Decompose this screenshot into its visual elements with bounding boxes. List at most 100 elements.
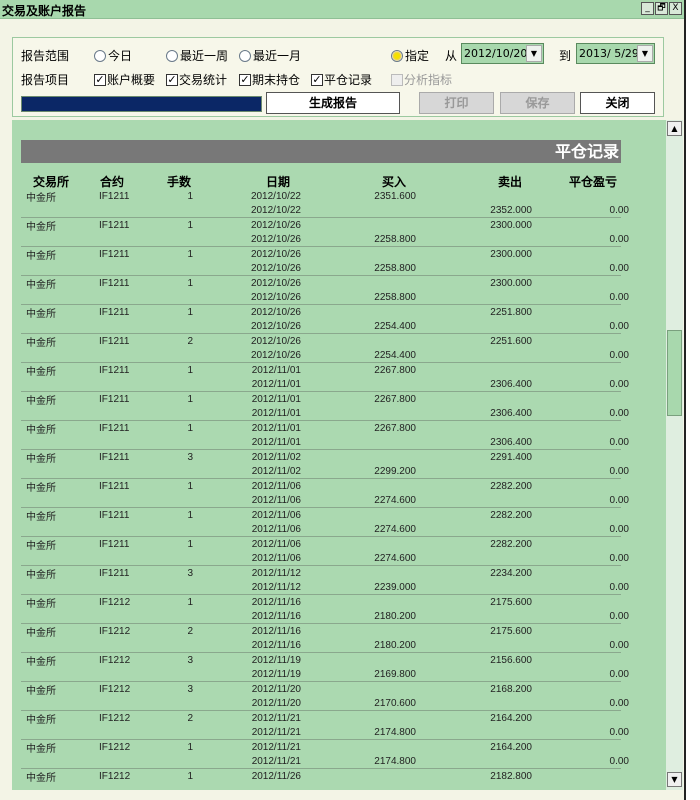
radio-last-month[interactable]: 最近一月	[239, 47, 301, 64]
exchange-cell: 中金所	[26, 396, 56, 407]
sell-cell: 2282.200	[490, 510, 532, 521]
date-cell: 2012/11/01	[251, 408, 301, 419]
checkbox-label: 账户概要	[107, 73, 156, 87]
date-cell: 2012/10/26	[250, 263, 301, 274]
radio-custom[interactable]: 指定	[391, 47, 429, 64]
items-label: 报告项目	[21, 73, 70, 87]
sell-cell: 2234.200	[490, 568, 532, 579]
to-label: 到	[559, 49, 572, 63]
header-exchange: 交易所	[33, 175, 70, 189]
generate-report-button[interactable]: 生成报告	[266, 92, 400, 114]
checkbox-end-positions[interactable]: ✓ 期末持仓	[239, 71, 300, 88]
pnl-cell: 0.00	[609, 234, 629, 245]
lots-cell: 1	[187, 423, 193, 434]
sell-cell: 2156.600	[490, 655, 532, 666]
radio-last-week[interactable]: 最近一周	[166, 47, 228, 64]
date-cell: 2012/10/26	[250, 234, 301, 245]
pnl-cell: 0.00	[609, 466, 629, 477]
scroll-up-icon[interactable]: ▲	[667, 121, 682, 136]
close-window-button[interactable]: X	[669, 2, 682, 15]
date-cell: 2012/11/06	[251, 510, 301, 521]
radio-label: 最近一周	[180, 49, 229, 63]
contract-cell: IF1211	[99, 510, 130, 521]
sell-cell: 2306.400	[490, 437, 532, 448]
record-row: 中金所 IF1211 1 2012/10/26 2300.000 2012/10/26 22…	[21, 276, 629, 305]
lots-cell: 1	[187, 191, 193, 202]
exchange-cell: 中金所	[26, 657, 56, 668]
radio-today[interactable]: 今日	[94, 47, 132, 64]
date-cell: 2012/10/26	[250, 307, 301, 318]
sell-cell: 2291.400	[490, 452, 532, 463]
date-cell: 2012/11/06	[251, 539, 301, 550]
date-cell: 2012/11/06	[251, 553, 301, 564]
lots-cell: 2	[187, 626, 193, 637]
checkmark-icon: ✓	[239, 72, 251, 86]
save-button: 保存	[500, 92, 575, 114]
pnl-cell: 0.00	[609, 553, 629, 564]
record-row: 中金所 IF1212 2 2012/11/21 2164.200 2012/11/21 21…	[21, 711, 629, 740]
sell-cell: 2251.800	[490, 307, 532, 318]
buy-cell: 2351.600	[374, 191, 416, 202]
sell-cell: 2251.600	[490, 336, 532, 347]
from-date-picker[interactable]: 2012/10/20 ▼	[461, 43, 544, 64]
radio-label: 今日	[108, 49, 133, 63]
date-cell: 2012/11/20	[251, 698, 301, 709]
scroll-thumb[interactable]	[667, 330, 682, 416]
vertical-scrollbar[interactable]: ▲ ▼	[666, 120, 683, 790]
exchange-cell: 中金所	[26, 483, 56, 494]
date-cell: 2012/11/21	[251, 756, 301, 767]
pnl-cell: 0.00	[609, 205, 629, 216]
exchange-cell: 中金所	[26, 367, 56, 378]
exchange-cell: 中金所	[26, 425, 56, 436]
dropdown-arrow-icon[interactable]: ▼	[637, 45, 653, 62]
title-bar: 交易及账户报告 _ 🗗 X	[0, 0, 684, 19]
buy-cell: 2169.800	[374, 669, 416, 680]
checkbox-account-summary[interactable]: ✓ 账户概要	[94, 71, 155, 88]
buy-cell: 2170.600	[374, 698, 416, 709]
record-row: 中金所 IF1212 2 2012/11/16 2175.600 2012/11/16 21…	[21, 624, 629, 653]
dropdown-arrow-icon[interactable]: ▼	[526, 45, 542, 62]
contract-cell: IF1211	[99, 220, 130, 231]
date-cell: 2012/11/21	[251, 727, 301, 738]
contract-cell: IF1211	[99, 481, 130, 492]
to-date-picker[interactable]: 2013/ 5/29 ▼	[576, 43, 655, 64]
radio-circle-icon	[239, 49, 251, 62]
date-cell: 2012/11/01	[251, 379, 301, 390]
contract-cell: IF1212	[99, 597, 131, 608]
buy-cell: 2174.800	[374, 756, 416, 767]
date-cell: 2012/11/06	[251, 481, 301, 492]
pnl-cell: 0.00	[609, 524, 629, 535]
scroll-down-icon[interactable]: ▼	[667, 772, 682, 787]
contract-cell: IF1211	[99, 278, 130, 289]
checkbox-close-records[interactable]: ✓ 平仓记录	[311, 71, 372, 88]
date-cell: 2012/11/16	[251, 611, 301, 622]
pnl-cell: 0.00	[609, 698, 629, 709]
record-row: 中金所 IF1211 1 2012/11/06 2282.200 2012/11/06 22…	[21, 537, 629, 566]
buy-cell: 2180.200	[374, 640, 416, 651]
exchange-cell: 中金所	[26, 773, 56, 784]
radio-circle-icon	[94, 49, 106, 62]
checkbox-label: 期末持仓	[252, 73, 301, 87]
pnl-cell: 0.00	[609, 350, 629, 361]
date-cell: 2012/11/12	[251, 568, 301, 579]
date-cell: 2012/11/02	[251, 466, 301, 477]
lots-cell: 2	[187, 336, 193, 347]
date-cell: 2012/10/26	[250, 321, 301, 332]
buy-cell: 2180.200	[374, 611, 416, 622]
progress-bar	[21, 96, 262, 112]
restore-button[interactable]: 🗗	[655, 2, 668, 15]
options-panel: 报告范围 今日 最近一周 最近一月 指定 从 2012/10/20 ▼ 到 201…	[12, 37, 664, 117]
exchange-cell: 中金所	[26, 454, 56, 465]
date-cell: 2012/11/02	[251, 452, 301, 463]
close-button[interactable]: 关闭	[580, 92, 655, 114]
checkbox-trade-stats[interactable]: ✓ 交易统计	[166, 71, 227, 88]
record-row: 中金所 IF1212 3 2012/11/19 2156.600 2012/11/19 21…	[21, 653, 629, 682]
minimize-button[interactable]: _	[641, 2, 654, 15]
header-contract: 合约	[100, 175, 125, 189]
record-row: 中金所 IF1212 3 2012/11/20 2168.200 2012/11/20 21…	[21, 682, 629, 711]
sell-cell: 2306.400	[490, 379, 532, 390]
lots-cell: 3	[187, 684, 193, 695]
pnl-cell: 0.00	[609, 669, 629, 680]
record-row: 中金所 IF1212 1 2012/11/26 2182.800	[21, 769, 621, 790]
date-cell: 2012/10/26	[250, 278, 301, 289]
